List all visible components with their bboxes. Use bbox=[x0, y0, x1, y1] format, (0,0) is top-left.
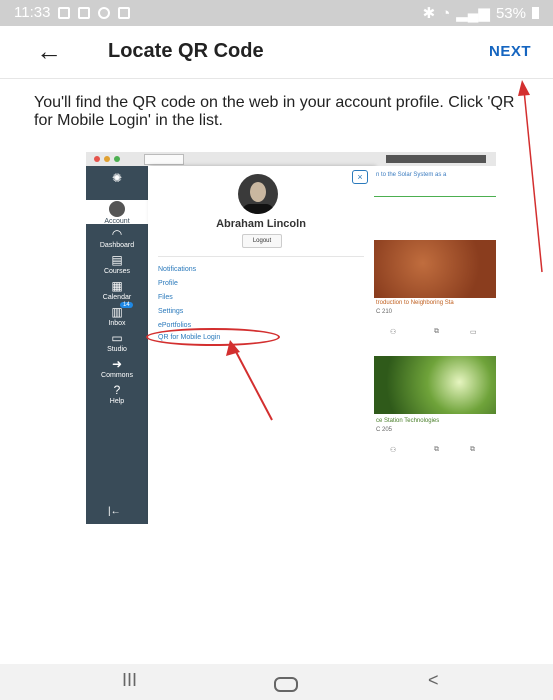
course-card-image-2 bbox=[374, 356, 496, 414]
status-time: 11:33 bbox=[14, 4, 51, 21]
close-dot-icon bbox=[94, 156, 100, 162]
next-button[interactable]: NEXT bbox=[489, 43, 531, 60]
commons-icon: ➜ bbox=[111, 357, 123, 371]
browser-address-bar bbox=[386, 155, 486, 163]
sidebar-item-commons: ➜ Commons bbox=[86, 357, 148, 380]
dashboard-content: n to the Solar System as a troduction to… bbox=[374, 166, 496, 524]
home-button[interactable] bbox=[274, 677, 298, 692]
inbox-badge: 14 bbox=[120, 302, 133, 308]
courses-icon: ▤ bbox=[111, 253, 123, 267]
bluetooth-icon: ✱ bbox=[422, 5, 436, 22]
sidebar-item-studio: ▭ Studio bbox=[86, 331, 148, 354]
course-card-code-1: C 210 bbox=[376, 309, 393, 315]
course-banner-text: n to the Solar System as a bbox=[376, 172, 447, 178]
account-tray: × Abraham Lincoln Logout Notifications P… bbox=[146, 166, 374, 524]
page-title: Locate QR Code bbox=[108, 40, 264, 62]
inbox-icon: ▥ bbox=[111, 305, 123, 319]
dashboard-icon: ◠ bbox=[111, 227, 123, 241]
sidebar-item-calendar: ▦ Calendar bbox=[86, 279, 148, 302]
back-arrow-icon[interactable]: ← bbox=[36, 38, 62, 64]
sidebar-item-inbox: ▥ Inbox 14 bbox=[86, 302, 148, 327]
tray-link-settings: Settings bbox=[158, 308, 184, 315]
announcement-icon: ⚇ bbox=[390, 329, 397, 336]
discussion-icon: ⧉ bbox=[434, 328, 439, 335]
sidebar-item-courses: ▤ Courses bbox=[86, 253, 148, 276]
account-avatar bbox=[109, 201, 125, 217]
battery-percent: 53% bbox=[495, 4, 526, 22]
gallery-notification-icon bbox=[78, 6, 91, 19]
banner-border bbox=[374, 196, 496, 197]
wifi-icon: ◔ bbox=[441, 4, 451, 22]
lms-sidebar: ✺ Account ◠ Dashboard ▤ Courses ▦ Calendar … bbox=[86, 166, 148, 524]
discussion-icon-2: ⧉ bbox=[470, 446, 475, 453]
instruction-screenshot: ✺ Account ◠ Dashboard ▤ Courses ▦ Calendar … bbox=[86, 152, 496, 524]
sidebar-logo-icon: ✺ bbox=[111, 171, 123, 185]
sidebar-item-dashboard: ◠ Dashboard bbox=[86, 227, 148, 250]
tray-link-profile: Profile bbox=[158, 280, 178, 287]
maximize-dot-icon bbox=[114, 156, 120, 162]
assignment-icon: ⧉ bbox=[434, 446, 439, 453]
logout-button: Logout bbox=[242, 234, 282, 248]
course-card-code-2: C 205 bbox=[376, 427, 393, 433]
tray-link-notifications: Notifications bbox=[158, 266, 197, 273]
sidebar-item-help: ? Help bbox=[86, 383, 148, 406]
folder-icon: ▭ bbox=[470, 329, 477, 336]
course-card-title-1: troduction to Neighboring Sta bbox=[376, 300, 454, 306]
course-card-image-1 bbox=[374, 240, 496, 298]
collapse-nav-icon: |← bbox=[108, 506, 121, 517]
window-controls bbox=[94, 156, 120, 162]
sidebar-item-account: Account bbox=[86, 200, 148, 225]
browser-nav-buttons bbox=[144, 154, 184, 165]
notification-icon bbox=[58, 6, 71, 19]
qr-highlight-oval bbox=[146, 328, 280, 346]
user-name: Abraham Lincoln bbox=[216, 218, 306, 230]
status-bar: 11:33 ✱ ◔ ▂▄▆ 53% bbox=[0, 0, 553, 26]
instruction-text: You'll find the QR code on the web in yo… bbox=[34, 94, 515, 129]
image-icon bbox=[118, 6, 131, 19]
help-icon: ? bbox=[113, 383, 121, 397]
announcement-icon-2: ⚇ bbox=[390, 447, 397, 454]
app-bar: ← Locate QR Code NEXT bbox=[0, 26, 553, 79]
recent-apps-button[interactable]: III bbox=[122, 670, 137, 691]
sync-icon bbox=[98, 6, 111, 19]
studio-icon: ▭ bbox=[111, 331, 123, 345]
course-card-title-2: ce Station Technologies bbox=[376, 418, 440, 424]
signal-icon: ▂▄▆ bbox=[456, 5, 490, 22]
calendar-icon: ▦ bbox=[111, 279, 123, 293]
tray-close-icon: × bbox=[352, 170, 368, 184]
profile-avatar bbox=[238, 174, 278, 214]
battery-icon bbox=[532, 7, 539, 19]
browser-chrome bbox=[86, 152, 496, 166]
tray-link-files: Files bbox=[158, 294, 173, 301]
system-nav-bar: III < bbox=[0, 664, 553, 700]
minimize-dot-icon bbox=[104, 156, 110, 162]
system-back-button[interactable]: < bbox=[428, 670, 439, 691]
tray-divider bbox=[158, 256, 364, 257]
